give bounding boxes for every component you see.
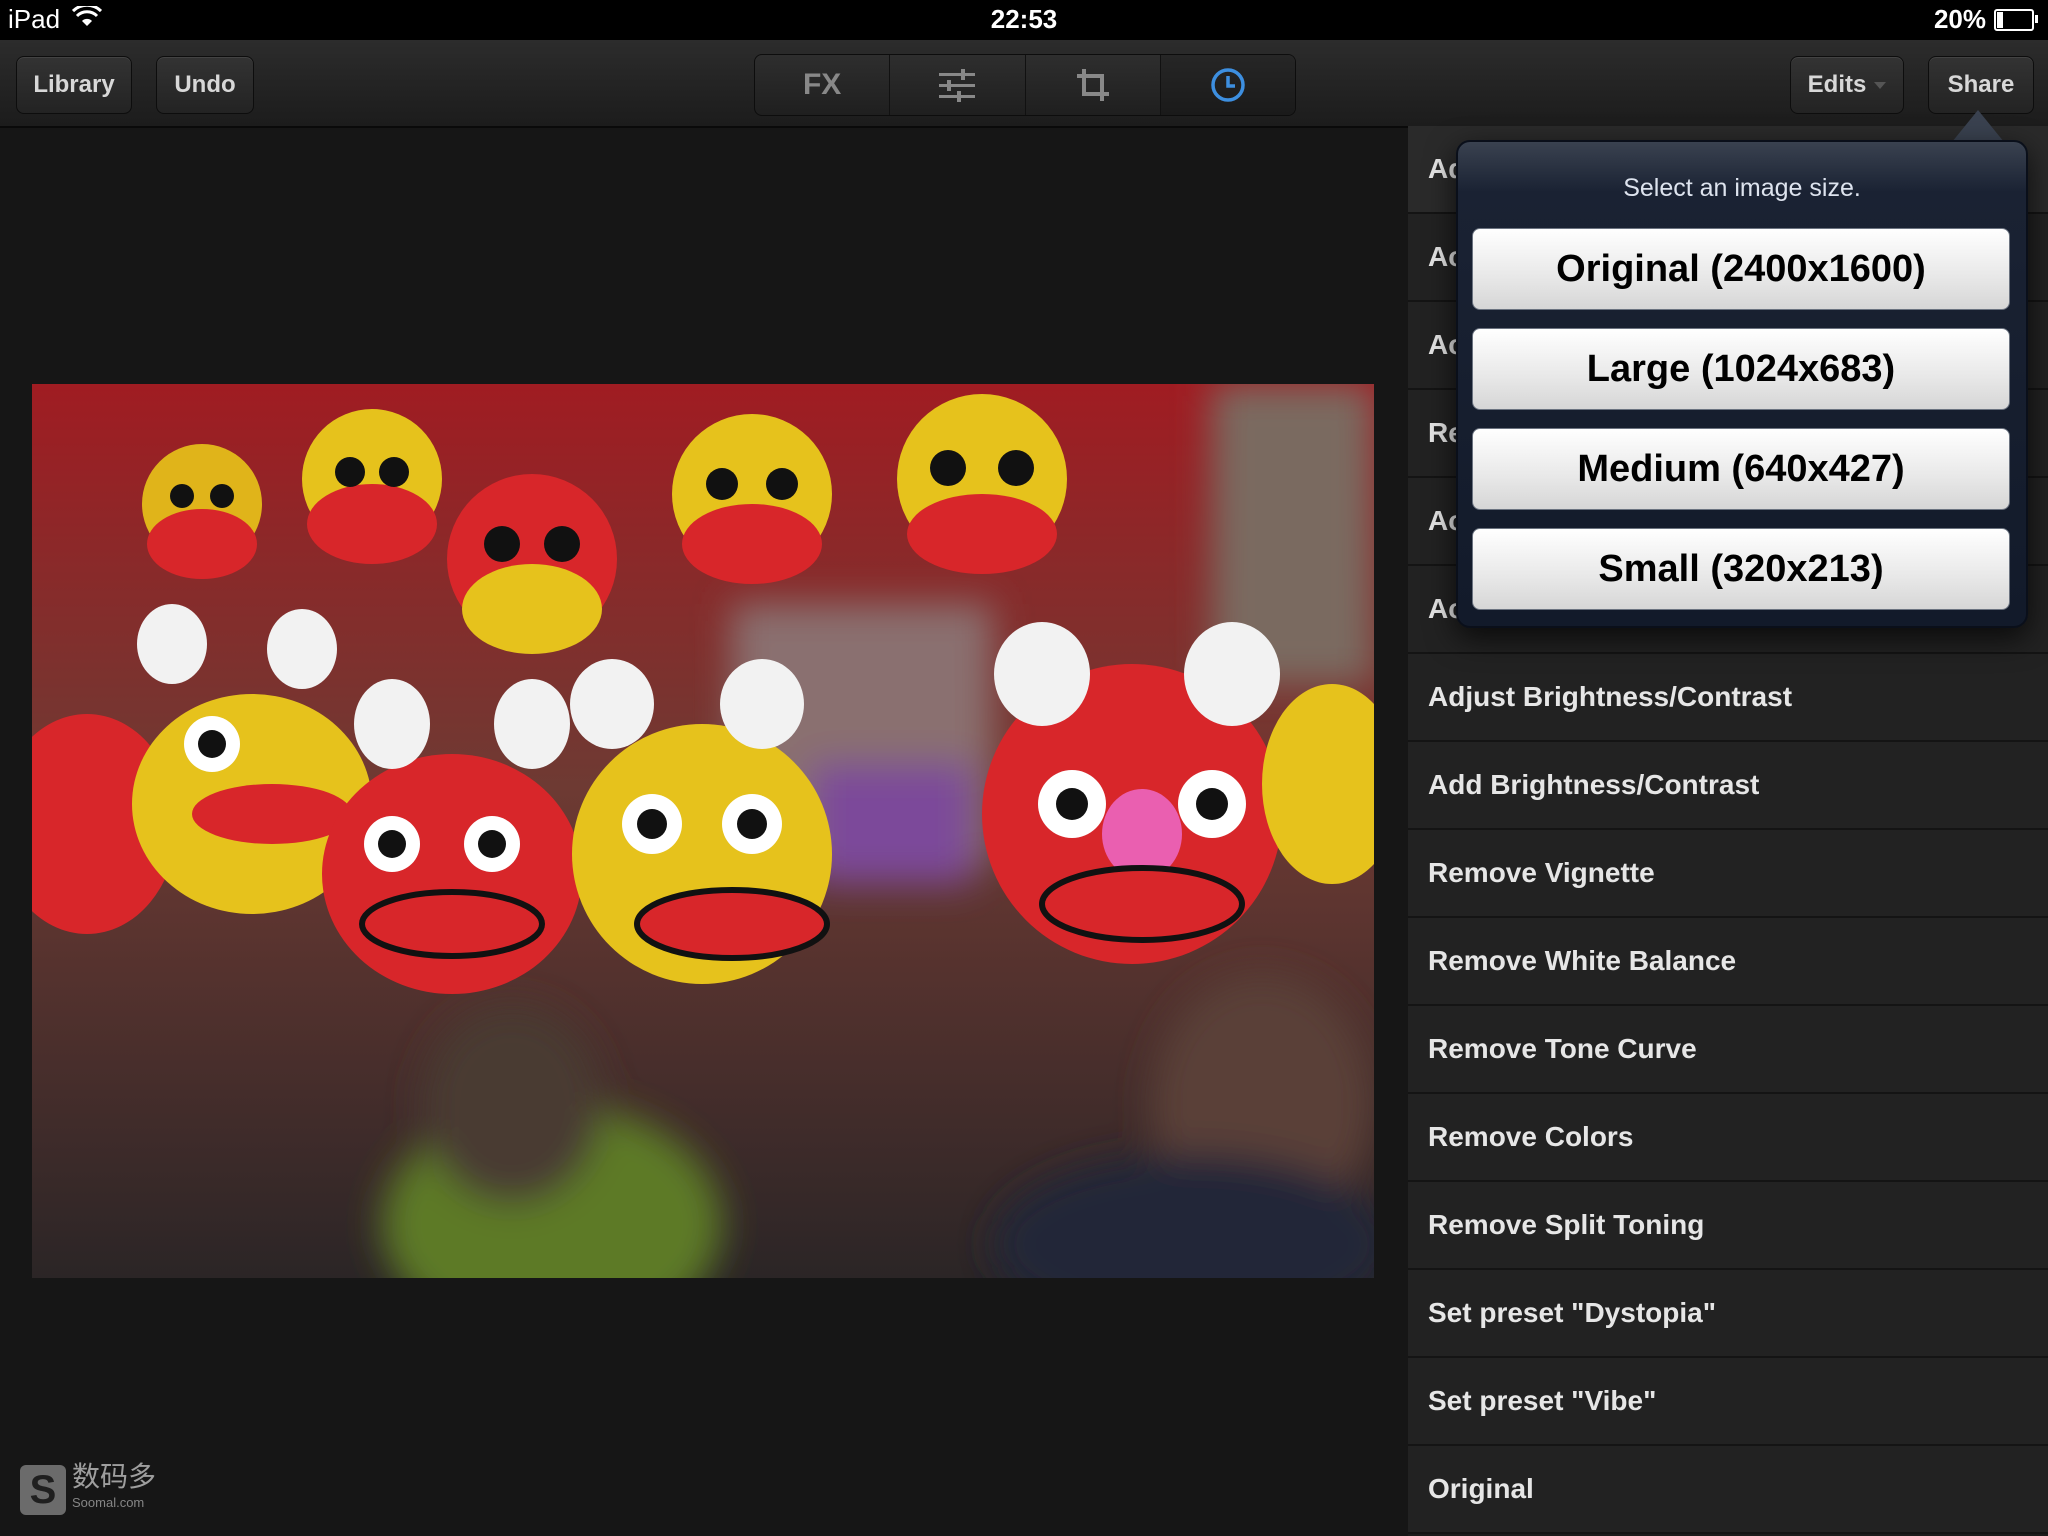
watermark-text: 数码多 Soomal.com — [72, 1461, 157, 1516]
status-bar: iPad 22:53 20% — [0, 0, 2048, 40]
image-size-popover: Select an image size. Original (2400x160… — [1456, 140, 2028, 628]
size-medium-button[interactable]: Medium (640x427) — [1472, 428, 2010, 510]
size-small-button[interactable]: Small (320x213) — [1472, 528, 2010, 610]
photo-image — [32, 384, 1374, 1278]
battery-icon — [1994, 8, 2038, 31]
history-item[interactable]: Remove Vignette — [1408, 830, 2048, 918]
size-large-button[interactable]: Large (1024x683) — [1472, 328, 2010, 410]
library-button[interactable]: Library — [16, 56, 132, 114]
battery-percent: 20% — [1933, 4, 1986, 34]
photo-preview[interactable] — [32, 384, 1374, 1278]
undo-button[interactable]: Undo — [156, 56, 254, 114]
edits-button[interactable]: Edits — [1790, 56, 1904, 114]
popover-title: Select an image size. — [1623, 174, 1861, 202]
history-item[interactable]: Remove Split Toning — [1408, 1182, 2048, 1270]
history-item[interactable]: Remove White Balance — [1408, 918, 2048, 1006]
sliders-icon — [939, 69, 976, 102]
tab-crop[interactable] — [1026, 55, 1161, 115]
share-button[interactable]: Share — [1928, 56, 2034, 114]
watermark-sub: Soomal.com — [72, 1495, 145, 1510]
history-item[interactable]: Set preset "Vibe" — [1408, 1358, 2048, 1446]
history-item[interactable]: Set preset "Dystopia" — [1408, 1270, 2048, 1358]
chevron-down-icon — [1874, 81, 1887, 89]
history-item[interactable]: Remove Tone Curve — [1408, 1006, 2048, 1094]
history-item[interactable]: Adjust Brightness/Contrast — [1408, 654, 2048, 742]
tab-adjust[interactable] — [890, 55, 1026, 115]
popover-arrow — [1952, 110, 2004, 142]
watermark-logo-icon: S — [20, 1465, 66, 1515]
history-item[interactable]: Add Brightness/Contrast — [1408, 742, 2048, 830]
size-original-button[interactable]: Original (2400x1600) — [1472, 228, 2010, 310]
clock: 22:53 — [990, 4, 1058, 34]
edits-label: Edits — [1807, 71, 1867, 98]
toolbar: Library Undo FX Edits Share — [0, 40, 2048, 128]
history-item[interactable]: Original — [1408, 1446, 2048, 1534]
crop-icon — [1076, 69, 1109, 101]
tab-fx[interactable]: FX — [755, 55, 891, 115]
history-clock-icon — [1211, 68, 1245, 102]
watermark: S 数码多 Soomal.com — [20, 1461, 157, 1516]
mode-segmented-control: FX — [754, 54, 1296, 116]
tab-history[interactable] — [1160, 55, 1295, 115]
watermark-title: 数码多 — [72, 1461, 157, 1492]
status-right: 20% — [1933, 4, 2038, 35]
history-item[interactable]: Remove Colors — [1408, 1094, 2048, 1182]
